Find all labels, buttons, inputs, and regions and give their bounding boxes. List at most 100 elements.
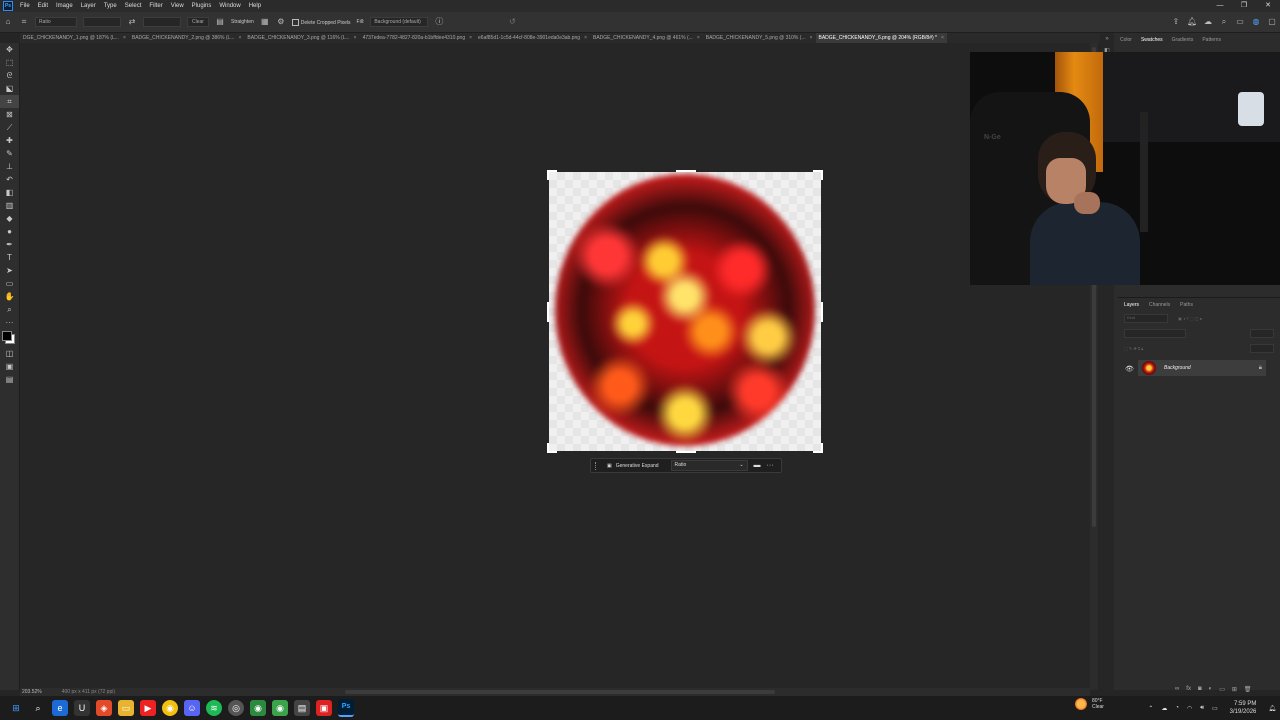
close-icon[interactable]: × — [941, 33, 944, 43]
frame-tool-icon[interactable]: ⊠ — [0, 108, 19, 121]
crop-handle-top-left[interactable] — [547, 170, 557, 180]
crop-handle-top[interactable] — [676, 170, 696, 172]
lock-icons[interactable]: ⬚ ✎ ✥ ⌗ 🔒︎ — [1124, 346, 1143, 351]
straighten-label[interactable]: Straighten — [231, 19, 254, 25]
close-button[interactable]: ✕ — [1256, 0, 1280, 12]
share-icon[interactable]: ⇪ — [1171, 17, 1181, 27]
capture-app-icon[interactable]: ▣ — [316, 700, 332, 716]
youtube-icon[interactable]: ▶ — [140, 700, 156, 716]
menu-layer[interactable]: Layer — [81, 3, 96, 9]
info-icon[interactable]: ⓘ — [434, 17, 444, 27]
fill-field[interactable] — [1250, 344, 1274, 353]
clock[interactable]: 7:59 PM 3/19/2026 — [1230, 700, 1257, 716]
spotify-icon[interactable]: ≋ — [206, 700, 222, 716]
add-mask-icon[interactable]: ◙ — [1198, 686, 1202, 693]
fx-icon[interactable]: fx — [1186, 686, 1191, 693]
weather-widget[interactable]: 80°F Clear — [1075, 698, 1104, 710]
more-tools-icon[interactable]: ··· — [0, 316, 19, 329]
edge-browser-icon[interactable]: e — [52, 700, 68, 716]
path-select-tool-icon[interactable]: ➤ — [0, 264, 19, 277]
unreal-engine-icon[interactable]: U — [74, 700, 90, 716]
drag-handle-icon[interactable] — [595, 461, 599, 470]
tab-document[interactable]: e6af85d1-1c5d-44cf-808e-3901eda0e3ab.png… — [475, 33, 590, 43]
type-tool-icon[interactable]: T — [0, 251, 19, 264]
menu-view[interactable]: View — [171, 3, 184, 9]
visibility-eye-icon[interactable]: 👁︎ — [1125, 365, 1134, 373]
delete-layer-icon[interactable]: 🗑︎ — [1244, 686, 1252, 693]
tab-channels[interactable]: Channels — [1149, 302, 1170, 308]
menu-type[interactable]: Type — [104, 3, 117, 9]
tab-document[interactable]: BADGE_CHICKENANDY_5.png @ 310% (... × — [703, 33, 816, 43]
menu-plugins[interactable]: Plugins — [192, 3, 212, 9]
stamp-tool-icon[interactable]: ⊥ — [0, 160, 19, 173]
move-tool-icon[interactable]: ✥ — [0, 43, 19, 56]
maximize-button[interactable]: ❐ — [1232, 0, 1256, 12]
settings-gear-icon[interactable]: ⚙ — [276, 17, 286, 27]
app-icon[interactable]: ▤ — [294, 700, 310, 716]
discord-icon[interactable]: ☺ — [184, 700, 200, 716]
cloud-icon[interactable]: ☁ — [1161, 705, 1167, 712]
height-field[interactable] — [143, 17, 181, 27]
link-layers-icon[interactable]: ∞ — [1175, 686, 1179, 693]
discover-icon[interactable]: ◍ — [1251, 17, 1261, 27]
layer-row-background[interactable]: Background 🔒︎ — [1138, 360, 1266, 376]
photoshop-taskbar-icon[interactable]: Ps — [338, 699, 354, 717]
wifi-icon[interactable]: ◠ — [1187, 705, 1192, 712]
bell-icon[interactable]: 🔔︎ — [1187, 17, 1197, 27]
crop-handle-bottom-left[interactable] — [547, 443, 557, 453]
crop-handle-left[interactable] — [547, 302, 549, 322]
opacity-field[interactable] — [1250, 329, 1274, 338]
home-icon[interactable]: ⌂ — [3, 17, 13, 27]
chevron-up-icon[interactable]: ⌃ — [1148, 705, 1153, 712]
tab-paths[interactable]: Paths — [1180, 302, 1193, 308]
close-icon[interactable]: × — [123, 33, 126, 43]
copilot-icon[interactable]: ◈ — [96, 700, 112, 716]
tab-swatches[interactable]: Swatches — [1141, 37, 1163, 49]
crop-tool-icon[interactable]: ⌗ — [19, 17, 29, 27]
menu-window[interactable]: Window — [219, 3, 240, 9]
lock-icon[interactable]: 🔒︎ — [1259, 365, 1262, 372]
tab-document-active[interactable]: BADGE_CHICKENANDY_6.png @ 204% (RGB/8#) … — [815, 33, 947, 43]
windows-start-icon[interactable]: ⊞ — [8, 700, 24, 716]
menu-image[interactable]: Image — [56, 3, 73, 9]
minimize-button[interactable]: — — [1208, 0, 1232, 12]
generative-icon[interactable]: ▤ — [0, 373, 19, 386]
new-group-icon[interactable]: ▭ — [1219, 686, 1225, 693]
hand-tool-icon[interactable]: ✋ — [0, 290, 19, 303]
dodge-tool-icon[interactable]: ● — [0, 225, 19, 238]
clear-button[interactable]: Clear — [187, 17, 209, 27]
healing-tool-icon[interactable]: ✚ — [0, 134, 19, 147]
width-field[interactable] — [83, 17, 121, 27]
ratio-select[interactable]: Ratio — [35, 17, 77, 27]
menu-select[interactable]: Select — [125, 3, 142, 9]
search-icon[interactable]: ⌕ — [30, 700, 46, 716]
more-options-icon[interactable]: ··· — [767, 462, 774, 469]
tab-gradients[interactable]: Gradients — [1172, 37, 1194, 49]
chrome-profile-2-icon[interactable]: ◉ — [272, 700, 288, 716]
obs-icon[interactable]: ◎ — [228, 700, 244, 716]
quick-mask-icon[interactable]: ◫ — [0, 347, 19, 360]
tab-patterns[interactable]: Patterns — [1202, 37, 1221, 49]
document-image[interactable] — [549, 172, 821, 451]
menu-edit[interactable]: Edit — [38, 3, 48, 9]
new-layer-icon[interactable]: ⊞ — [1232, 686, 1237, 693]
battery-icon[interactable]: ▭ — [1212, 705, 1218, 712]
tab-document[interactable]: BADGE_CHICKENANDY_2.png @ 386% (L... × — [129, 33, 245, 43]
collapse-panels-icon[interactable]: » — [1100, 33, 1114, 45]
crop-handle-bottom[interactable] — [676, 451, 696, 453]
pen-tool-icon[interactable]: ✒ — [0, 238, 19, 251]
eyedropper-tool-icon[interactable]: ⟋ — [0, 121, 19, 134]
chrome-profile-icon[interactable]: ◉ — [250, 700, 266, 716]
crop-handle-right[interactable] — [821, 302, 823, 322]
close-icon[interactable]: × — [810, 33, 813, 43]
lasso-tool-icon[interactable]: ᘓ — [0, 69, 19, 82]
close-icon[interactable]: × — [239, 33, 242, 43]
search-icon[interactable]: ⌕ — [1219, 17, 1229, 27]
swap-icon[interactable]: ⇄ — [127, 17, 137, 27]
crop-handle-bottom-right[interactable] — [813, 443, 823, 453]
object-select-tool-icon[interactable]: ⬕ — [0, 82, 19, 95]
adjustment-layer-icon[interactable]: ◐ — [1209, 686, 1213, 693]
close-icon[interactable]: × — [584, 33, 587, 43]
tab-document[interactable]: DGE_CHICKENANDY_1.png @ 187% (L... × — [20, 33, 129, 43]
tab-document[interactable]: BADGE_CHICKENANDY_4.png @ 461% (... × — [590, 33, 703, 43]
